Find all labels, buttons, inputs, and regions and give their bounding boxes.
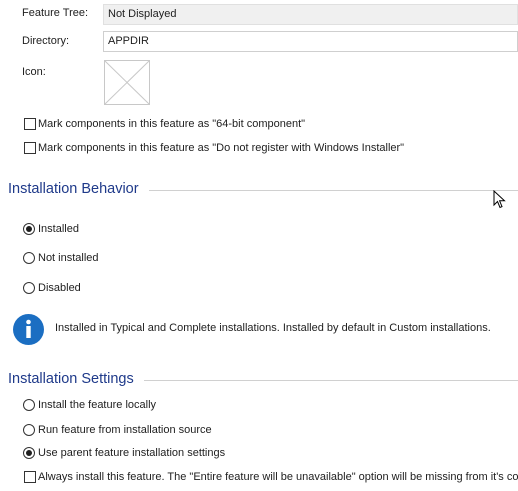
always-install-checkbox-label[interactable]: Always install this feature. The "Entire… <box>38 471 518 483</box>
radio-installed-label[interactable]: Installed <box>38 223 79 235</box>
radio-disabled-label[interactable]: Disabled <box>38 282 81 294</box>
icon-picker[interactable] <box>104 60 150 105</box>
radio-selected-dot <box>26 450 32 456</box>
feature-tree-label: Feature Tree: <box>22 7 89 19</box>
radio-disabled[interactable] <box>23 282 35 294</box>
no-register-checkbox-label[interactable]: Mark components in this feature as "Do n… <box>38 142 404 154</box>
radio-use-parent-label[interactable]: Use parent feature installation settings <box>38 447 225 459</box>
no-register-checkbox[interactable] <box>24 142 36 154</box>
radio-run-from-source[interactable] <box>23 424 35 436</box>
feature-tree-field[interactable]: Not Displayed <box>103 4 518 25</box>
empty-image-icon <box>105 61 149 104</box>
always-install-checkbox[interactable] <box>24 471 36 483</box>
radio-install-locally[interactable] <box>23 399 35 411</box>
radio-selected-dot <box>26 226 32 232</box>
icon-label: Icon: <box>22 66 46 78</box>
installation-behavior-title: Installation Behavior <box>8 181 139 197</box>
feature-tree-value: Not Displayed <box>108 8 177 20</box>
directory-field[interactable]: APPDIR <box>103 31 518 52</box>
radio-not-installed-label[interactable]: Not installed <box>38 252 99 264</box>
directory-value: APPDIR <box>108 35 149 47</box>
radio-use-parent[interactable] <box>23 447 35 459</box>
directory-label: Directory: <box>22 35 70 47</box>
info-icon <box>13 314 44 345</box>
section-divider <box>144 380 518 381</box>
mouse-cursor-icon <box>493 190 506 209</box>
x64-checkbox-label[interactable]: Mark components in this feature as "64-b… <box>38 118 305 130</box>
radio-run-from-source-label[interactable]: Run feature from installation source <box>38 424 212 436</box>
section-divider <box>149 190 518 191</box>
installation-settings-title: Installation Settings <box>8 371 134 387</box>
info-text: Installed in Typical and Complete instal… <box>55 322 491 334</box>
x64-checkbox[interactable] <box>24 118 36 130</box>
always-install-label-wrap: Always install this feature. The "Entire… <box>38 471 518 483</box>
radio-install-locally-label[interactable]: Install the feature locally <box>38 399 156 411</box>
radio-installed[interactable] <box>23 223 35 235</box>
radio-not-installed[interactable] <box>23 252 35 264</box>
